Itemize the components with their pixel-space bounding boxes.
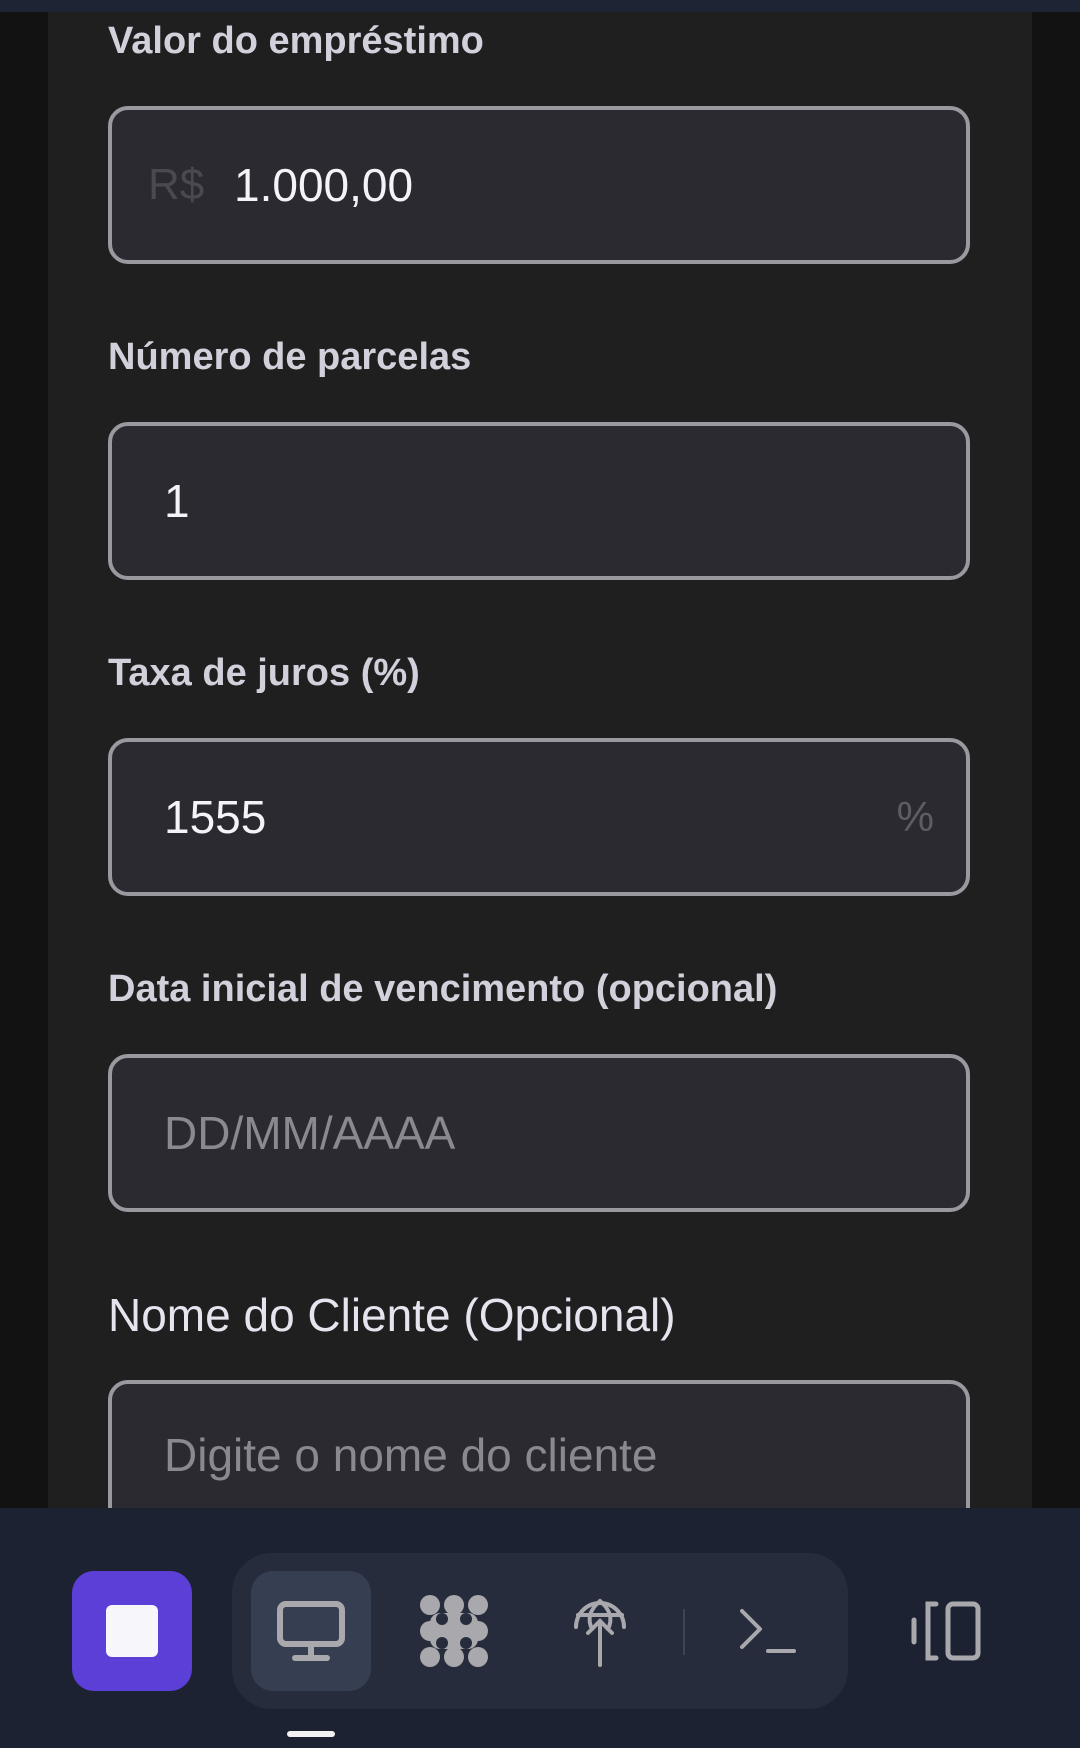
- installments-label: Número de parcelas: [108, 336, 472, 378]
- client-name-placeholder: Digite o nome do cliente: [164, 1429, 658, 1481]
- due-date-input[interactable]: DD/MM/AAAA: [108, 1054, 970, 1212]
- dots-grid-icon: [416, 1593, 492, 1669]
- terminal-icon: [736, 1605, 800, 1657]
- side-panel-icon: [910, 1600, 986, 1662]
- currency-prefix: R$: [148, 160, 205, 209]
- screen: Valor do empréstimo R$ 1.000,00 Número d…: [0, 0, 1080, 1748]
- loan-amount-input[interactable]: R$ 1.000,00: [108, 106, 970, 264]
- client-name-label: Nome do Cliente (Opcional): [108, 1289, 676, 1341]
- monitor-button[interactable]: [251, 1571, 371, 1691]
- network-button[interactable]: [540, 1571, 660, 1691]
- installments-value: 1: [164, 475, 190, 527]
- percent-suffix: %: [896, 793, 934, 840]
- monitor-icon: [275, 1599, 347, 1663]
- stop-icon: [106, 1605, 158, 1657]
- interest-rate-label: Taxa de juros (%): [108, 652, 420, 694]
- loan-amount-value: 1.000,00: [234, 159, 414, 211]
- toolbar-divider: [683, 1609, 685, 1655]
- terminal-button[interactable]: [708, 1571, 828, 1691]
- home-indicator: [287, 1731, 335, 1737]
- antenna-icon: [570, 1593, 630, 1669]
- stop-button[interactable]: [72, 1571, 192, 1691]
- loan-amount-label: Valor do empréstimo: [108, 20, 484, 62]
- due-date-label: Data inicial de vencimento (opcional): [108, 968, 778, 1010]
- apps-button[interactable]: [394, 1571, 514, 1691]
- installments-input[interactable]: 1: [108, 422, 970, 580]
- side-panel-button[interactable]: [888, 1571, 1008, 1691]
- interest-rate-input[interactable]: 1555 %: [108, 738, 970, 896]
- top-strip: [0, 0, 1080, 12]
- due-date-placeholder: DD/MM/AAAA: [164, 1107, 456, 1159]
- interest-rate-value: 1555: [164, 791, 267, 843]
